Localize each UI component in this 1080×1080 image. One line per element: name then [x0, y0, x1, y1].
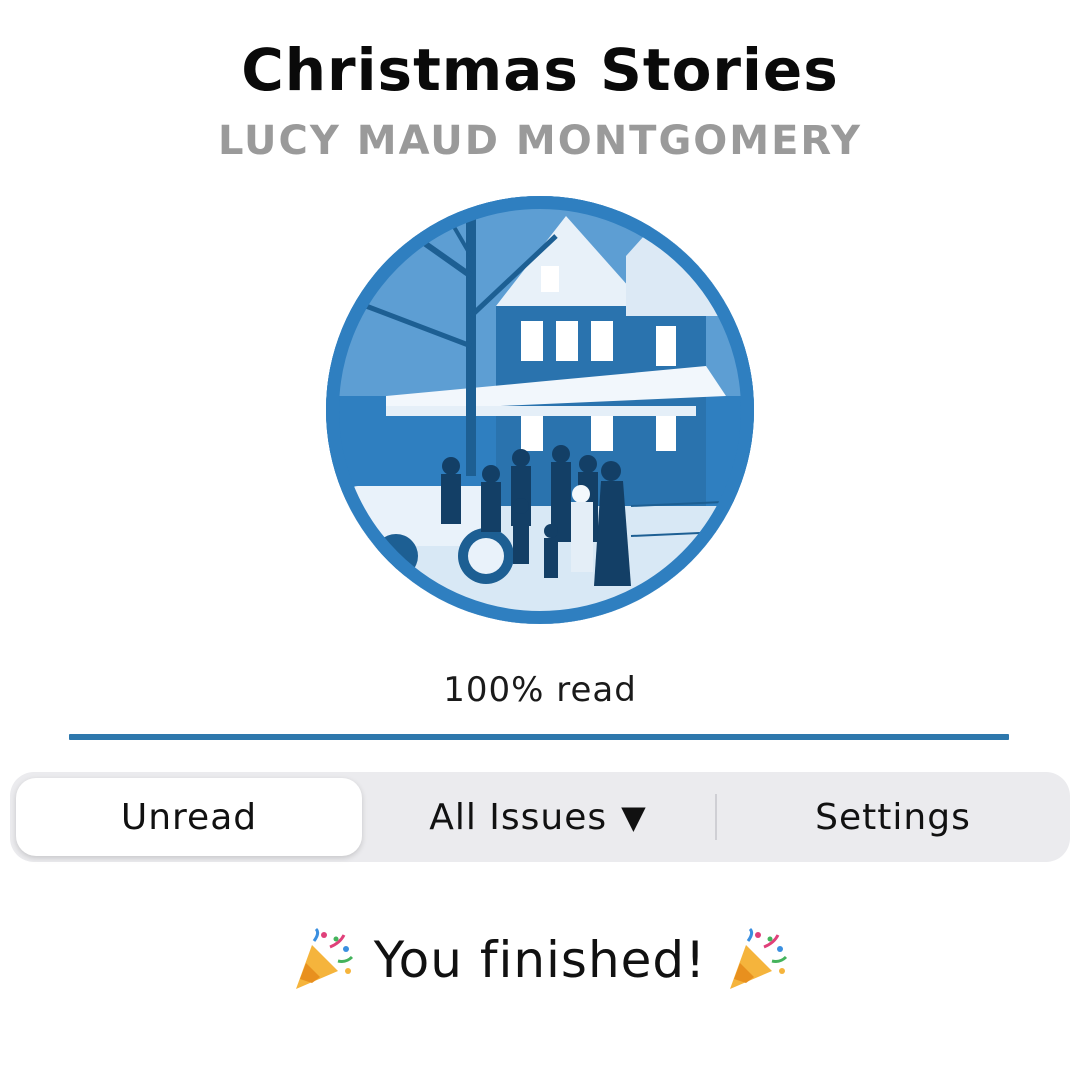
finished-text: You finished!	[373, 931, 707, 989]
caret-down-icon: ▼	[621, 798, 647, 836]
book-title: Christmas Stories	[241, 36, 839, 104]
progress-bar	[69, 734, 1009, 740]
segmented-control: Unread All Issues ▼ Settings	[10, 772, 1070, 862]
party-popper-icon	[730, 927, 788, 989]
party-popper-icon	[295, 927, 353, 989]
book-author: LUCY MAUD MONTGOMERY	[217, 118, 863, 164]
finished-message: You finished!	[0, 920, 1080, 1000]
book-cover[interactable]	[326, 196, 754, 624]
tab-all-issues-label: All Issues	[429, 796, 608, 838]
progress-label: 100% read	[443, 670, 637, 710]
victorian-house-illustration	[326, 196, 754, 624]
tab-unread-label: Unread	[120, 796, 258, 838]
tab-all-issues[interactable]: All Issues ▼	[362, 772, 714, 862]
tab-settings-label: Settings	[815, 796, 971, 838]
tab-unread[interactable]: Unread	[16, 778, 362, 856]
tab-settings[interactable]: Settings	[716, 772, 1070, 862]
progress-bar-fill	[69, 734, 1009, 740]
